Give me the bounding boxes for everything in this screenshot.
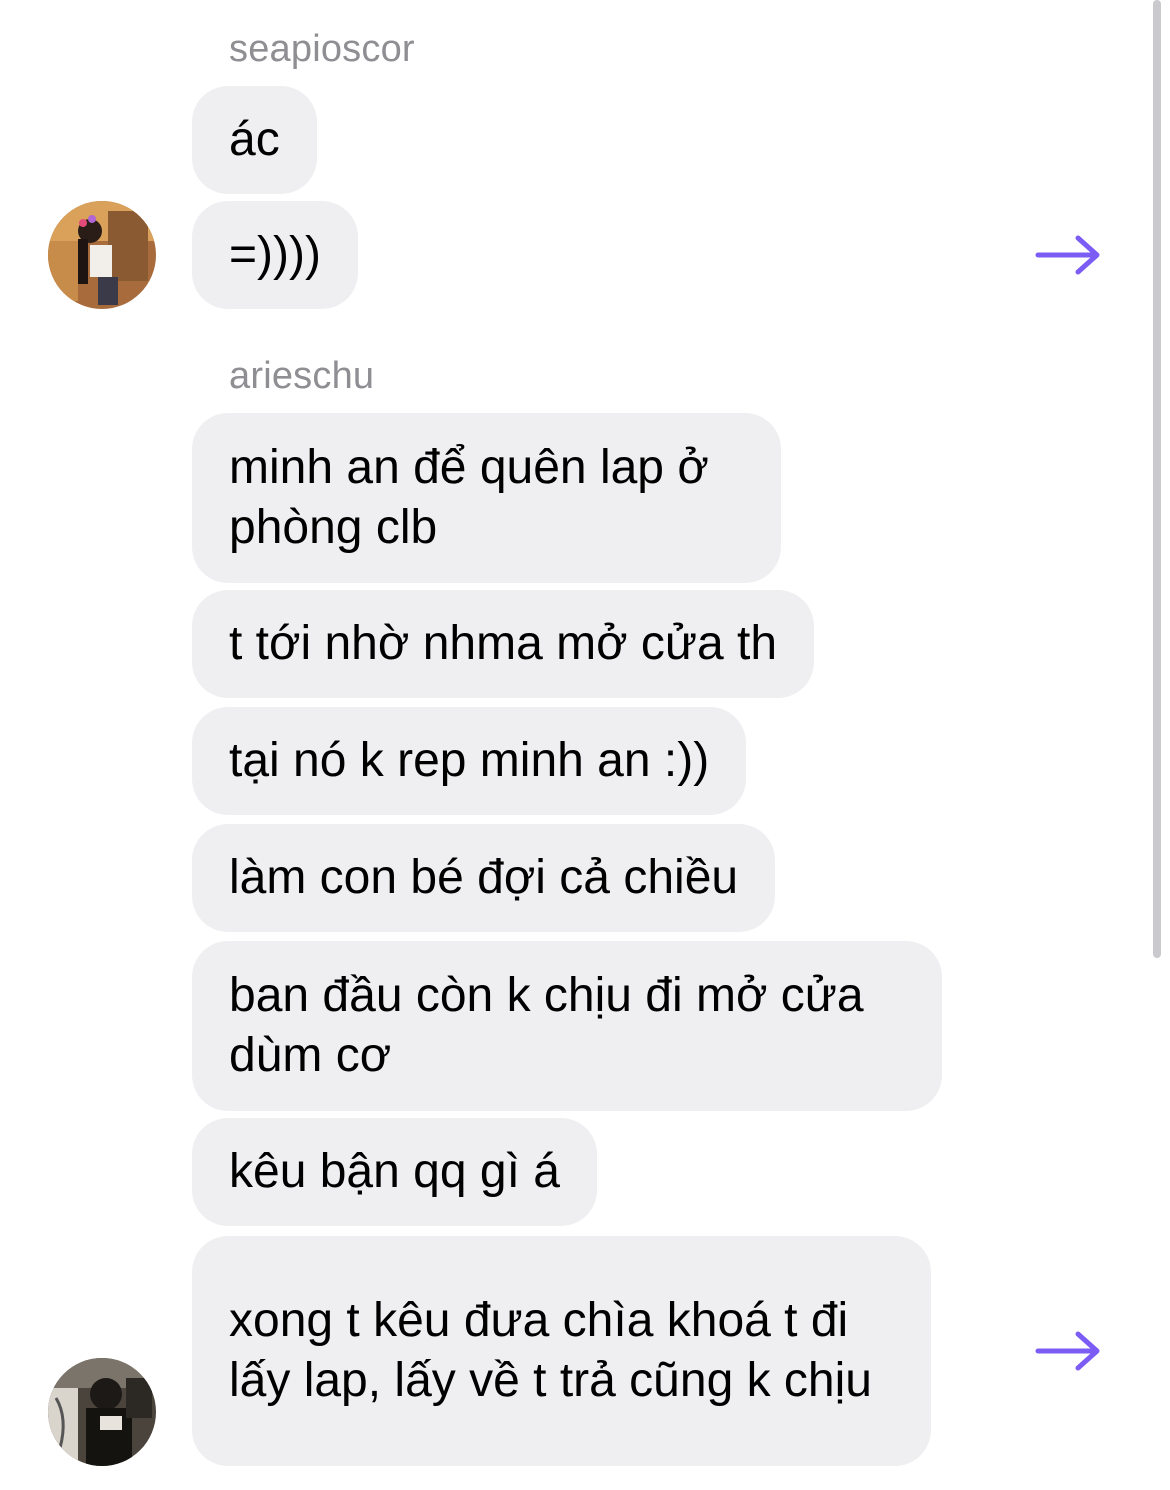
message-bubble[interactable]: kêu bận qq gì á: [192, 1118, 597, 1226]
chat-view: seapioscor ác =)))) arieschu minh an để …: [0, 0, 1170, 1490]
message-text: xong t kêu đưa chìa khoá t đi lấy lap, l…: [229, 1294, 872, 1407]
arrow-right-icon: [1035, 235, 1100, 275]
share-button[interactable]: [1034, 233, 1104, 277]
scrollbar[interactable]: [1153, 0, 1161, 958]
arrow-right-icon: [1035, 1331, 1100, 1371]
message-text: =)))): [229, 228, 321, 281]
message-text: t tới nhờ nhma mở cửa th: [229, 617, 778, 670]
avatar-photo: [48, 201, 156, 309]
message-text: tại nó k rep minh an :)): [229, 734, 710, 787]
message-text: kêu bận qq gì á: [229, 1145, 560, 1198]
message-bubble[interactable]: ác: [192, 86, 317, 194]
avatar-photo: [48, 1358, 156, 1466]
sender-name: arieschu: [229, 355, 375, 397]
message-text: làm con bé đợi cả chiều: [229, 851, 739, 904]
sender-name: seapioscor: [229, 28, 415, 70]
message-text: ác: [229, 113, 280, 166]
message-bubble[interactable]: làm con bé đợi cả chiều: [192, 824, 776, 932]
message-bubble[interactable]: xong t kêu đưa chìa khoá t đi lấy lap, l…: [192, 1236, 931, 1466]
message-bubble[interactable]: t tới nhờ nhma mở cửa th: [192, 590, 815, 698]
share-button[interactable]: [1034, 1329, 1104, 1373]
message-text: ban đầu còn k chịu đi mở cửa dùm cơ: [229, 969, 864, 1082]
avatar[interactable]: [48, 1358, 156, 1466]
message-bubble[interactable]: ban đầu còn k chịu đi mở cửa dùm cơ: [192, 941, 942, 1111]
message-bubble[interactable]: minh an để quên lap ở phòng clb: [192, 413, 781, 583]
message-bubble[interactable]: tại nó k rep minh an :)): [192, 707, 747, 815]
message-text: minh an để quên lap ở phòng clb: [229, 441, 709, 554]
avatar[interactable]: [48, 201, 156, 309]
message-bubble[interactable]: =)))): [192, 201, 358, 309]
